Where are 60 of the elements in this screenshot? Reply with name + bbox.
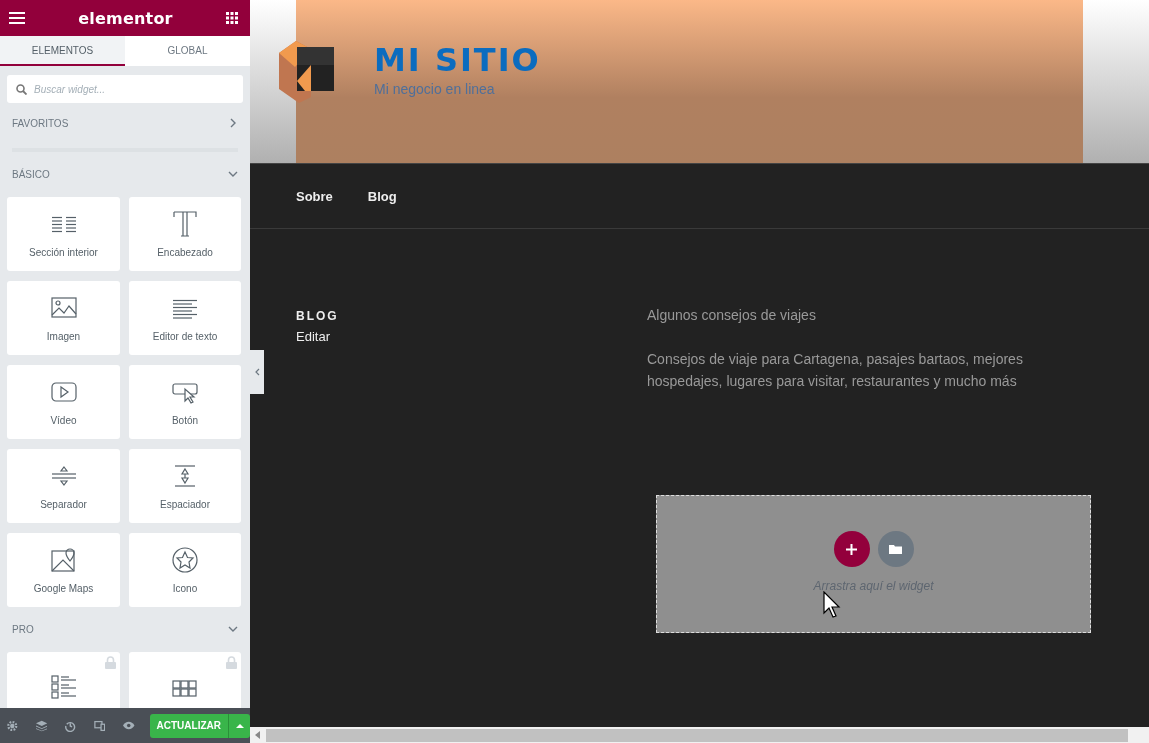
widget-label: Espaciador [160, 498, 210, 510]
widget-tile[interactable]: Google Maps [7, 533, 120, 607]
paragraph: Consejos de viaje para Cartagena, pasajes bartaos, mejores hospedajes, lugares para visitar, restaurantes y mucho más [647, 350, 1024, 391]
logo: elementor [78, 8, 173, 28]
widget-tile[interactable]: Sección interior [7, 197, 120, 271]
widget-label: Icono [172, 582, 198, 594]
settings-icon[interactable] [7, 719, 18, 732]
layers-icon[interactable] [35, 719, 48, 732]
widget-label: Separador [40, 498, 87, 510]
widget-tile[interactable]: Botón [129, 365, 241, 439]
heading-icon [170, 208, 200, 239]
grid-icon[interactable] [226, 12, 238, 24]
search-field[interactable]: Buscar widget... [7, 75, 243, 103]
widget-label: Sección interior [29, 246, 98, 258]
cursor-icon [823, 591, 841, 619]
widget-tile[interactable]: Espaciador [129, 449, 241, 523]
template-button[interactable] [877, 531, 914, 567]
caret-icon [235, 723, 244, 728]
publish-options-button[interactable] [228, 713, 250, 738]
site-tagline: Mi negocio en linea [374, 80, 496, 97]
plus-icon [846, 543, 857, 555]
widget-tile[interactable] [7, 652, 120, 708]
widget-label: Editor de texto [152, 330, 218, 342]
scrollbar-thumb[interactable] [266, 728, 1128, 742]
widget-tile[interactable]: Icono [129, 533, 241, 607]
page-title: BLOG [296, 309, 340, 323]
widget-tile[interactable]: Editor de texto [129, 281, 241, 355]
menu-icon[interactable] [9, 12, 25, 24]
responsive-icon[interactable] [93, 719, 106, 732]
cube-logo-icon [279, 40, 335, 103]
category-title[interactable]: FAVORITOS [12, 117, 69, 129]
chevron-down-icon[interactable] [228, 169, 238, 179]
category-title[interactable]: PRO [12, 623, 34, 635]
horizontal-scrollbar[interactable] [250, 727, 1149, 743]
widget-label: Vídeo [50, 414, 77, 426]
paragraph: Algunos consejos de viajes [647, 306, 817, 325]
chevron-down-icon[interactable] [228, 624, 238, 634]
nav-link[interactable]: Sobre [296, 188, 333, 204]
widget-label: Google Maps [33, 582, 94, 594]
widget-tile[interactable]: Imagen [7, 281, 120, 355]
add-section-button[interactable] [833, 531, 870, 567]
widget-tile[interactable]: Encabezado [129, 197, 241, 271]
widget-label: Imagen [46, 330, 81, 342]
history-icon[interactable] [65, 719, 76, 732]
icon-icon [170, 544, 200, 575]
chevron-right-icon[interactable] [228, 118, 238, 128]
chevron-left-icon [254, 368, 260, 376]
widget-tile[interactable]: Separador [7, 449, 120, 523]
widget-label: Encabezado [157, 246, 213, 258]
category-title[interactable]: BÁSICO [12, 168, 50, 180]
widget-tile[interactable]: Vídeo [7, 365, 120, 439]
edit-link[interactable]: Editar [296, 329, 647, 344]
eye-icon[interactable] [123, 721, 135, 730]
folder-icon [889, 544, 902, 554]
nav-link[interactable]: Blog [367, 188, 397, 204]
scroll-left-icon[interactable] [255, 731, 261, 739]
panel-tab[interactable]: ELEMENTOS [0, 36, 125, 66]
widget-tile[interactable] [129, 652, 241, 708]
widget-label: Botón [171, 414, 199, 426]
collapse-handle[interactable] [250, 350, 264, 394]
